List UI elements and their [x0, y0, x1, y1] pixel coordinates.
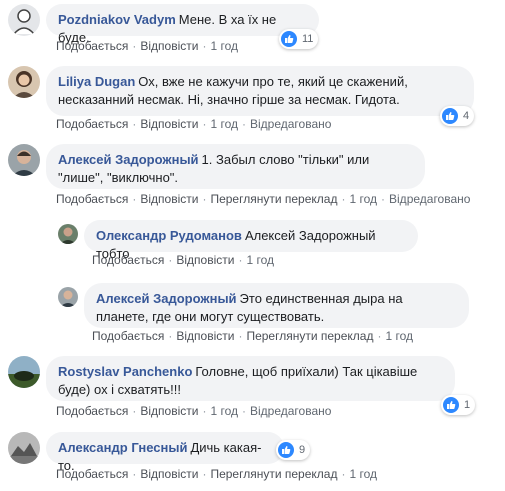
comment-bubble: Александр Гнесный Дичь какая-то. — [46, 432, 284, 473]
avatar[interactable] — [8, 144, 40, 176]
author-name[interactable]: Александр Гнесный — [58, 440, 187, 455]
like-icon — [281, 31, 297, 47]
comment-bubble: Rostyslav Panchenko Головне, щоб приїхали… — [46, 356, 455, 401]
author-name[interactable]: Pozdniakov Vadym — [58, 12, 176, 27]
see-translation-link[interactable]: Переглянути переклад — [210, 192, 337, 206]
like-link[interactable]: Подобається — [92, 253, 164, 267]
author-name[interactable]: Liliya Dugan — [58, 74, 135, 89]
avatar[interactable] — [58, 287, 78, 307]
timestamp[interactable]: 1 год — [349, 467, 377, 481]
avatar[interactable] — [58, 224, 78, 244]
like-link[interactable]: Подобається — [56, 117, 128, 131]
reaction-number: 1 — [464, 399, 471, 411]
timestamp[interactable]: 1 год — [210, 404, 238, 418]
reply-link[interactable]: Відповісти — [140, 467, 198, 481]
reply-link[interactable]: Відповісти — [140, 117, 198, 131]
like-link[interactable]: Подобається — [92, 329, 164, 343]
comment-bubble: Алексей Задорожный 1. Забыл слово "тільки… — [46, 144, 425, 189]
reaction-number: 4 — [463, 110, 470, 122]
timestamp[interactable]: 1 год — [349, 192, 377, 206]
like-link[interactable]: Подобається — [56, 192, 128, 206]
reaction-count[interactable]: 1 — [441, 395, 476, 415]
edited-label[interactable]: Відредаговано — [250, 404, 331, 418]
like-link[interactable]: Подобається — [56, 39, 128, 53]
reaction-number: 9 — [299, 444, 306, 456]
reaction-count[interactable]: 9 — [276, 440, 311, 460]
reply-link[interactable]: Відповісти — [140, 192, 198, 206]
author-name[interactable]: Олександр Рудоманов — [96, 228, 242, 243]
reply-link[interactable]: Відповісти — [140, 39, 198, 53]
reply-link[interactable]: Відповісти — [140, 404, 198, 418]
edited-label[interactable]: Відредаговано — [250, 117, 331, 131]
author-name[interactable]: Алексей Задорожный — [58, 152, 199, 167]
comment-actions: Подобається · Відповісти · 1 год · Відредагова… — [56, 404, 332, 418]
comment-bubble: Liliya Dugan Ох, вже не кажучи про те, як… — [46, 66, 474, 116]
avatar[interactable] — [8, 66, 40, 98]
comment-actions: Подобається · Відповісти · 1 год — [92, 253, 274, 267]
see-translation-link[interactable]: Переглянути переклад — [210, 467, 337, 481]
like-icon — [443, 397, 459, 413]
author-name[interactable]: Rostyslav Panchenko — [58, 364, 192, 379]
comment-actions: Подобається · Відповісти · Переглянути перек… — [56, 192, 471, 206]
like-icon — [278, 442, 294, 458]
reply-bubble: Олександр Рудоманов Алексей Задорожный то… — [84, 220, 418, 261]
avatar[interactable] — [8, 356, 40, 388]
comment-actions: Подобається · Відповісти · Переглянути перек… — [56, 467, 378, 481]
avatar[interactable] — [8, 4, 40, 36]
see-translation-link[interactable]: Переглянути переклад — [246, 329, 373, 343]
reply-link[interactable]: Відповісти — [176, 253, 234, 267]
reaction-number: 11 — [302, 33, 314, 45]
reaction-count[interactable]: 4 — [440, 106, 475, 126]
timestamp[interactable]: 1 год — [246, 253, 274, 267]
comment-bubble: Pozdniakov Vadym Мене. В ха їх не буде. — [46, 4, 319, 45]
timestamp[interactable]: 1 год — [210, 39, 238, 53]
comment-actions: Подобається · Відповісти · 1 год · Відредагова… — [56, 117, 332, 131]
avatar[interactable] — [8, 432, 40, 464]
edited-label[interactable]: Відредаговано — [389, 192, 470, 206]
like-link[interactable]: Подобається — [56, 404, 128, 418]
reaction-count[interactable]: 11 — [279, 29, 319, 49]
timestamp[interactable]: 1 год — [385, 329, 413, 343]
like-link[interactable]: Подобається — [56, 467, 128, 481]
comment-actions: Подобається · Відповісти · 1 год — [56, 39, 238, 53]
timestamp[interactable]: 1 год — [210, 117, 238, 131]
like-icon — [442, 108, 458, 124]
author-name[interactable]: Алексей Задорожный — [96, 291, 237, 306]
reply-link[interactable]: Відповісти — [176, 329, 234, 343]
reply-bubble: Алексей Задорожный Это единственная дыра … — [84, 283, 469, 328]
comment-actions: Подобається · Відповісти · Переглянути перек… — [92, 329, 414, 343]
